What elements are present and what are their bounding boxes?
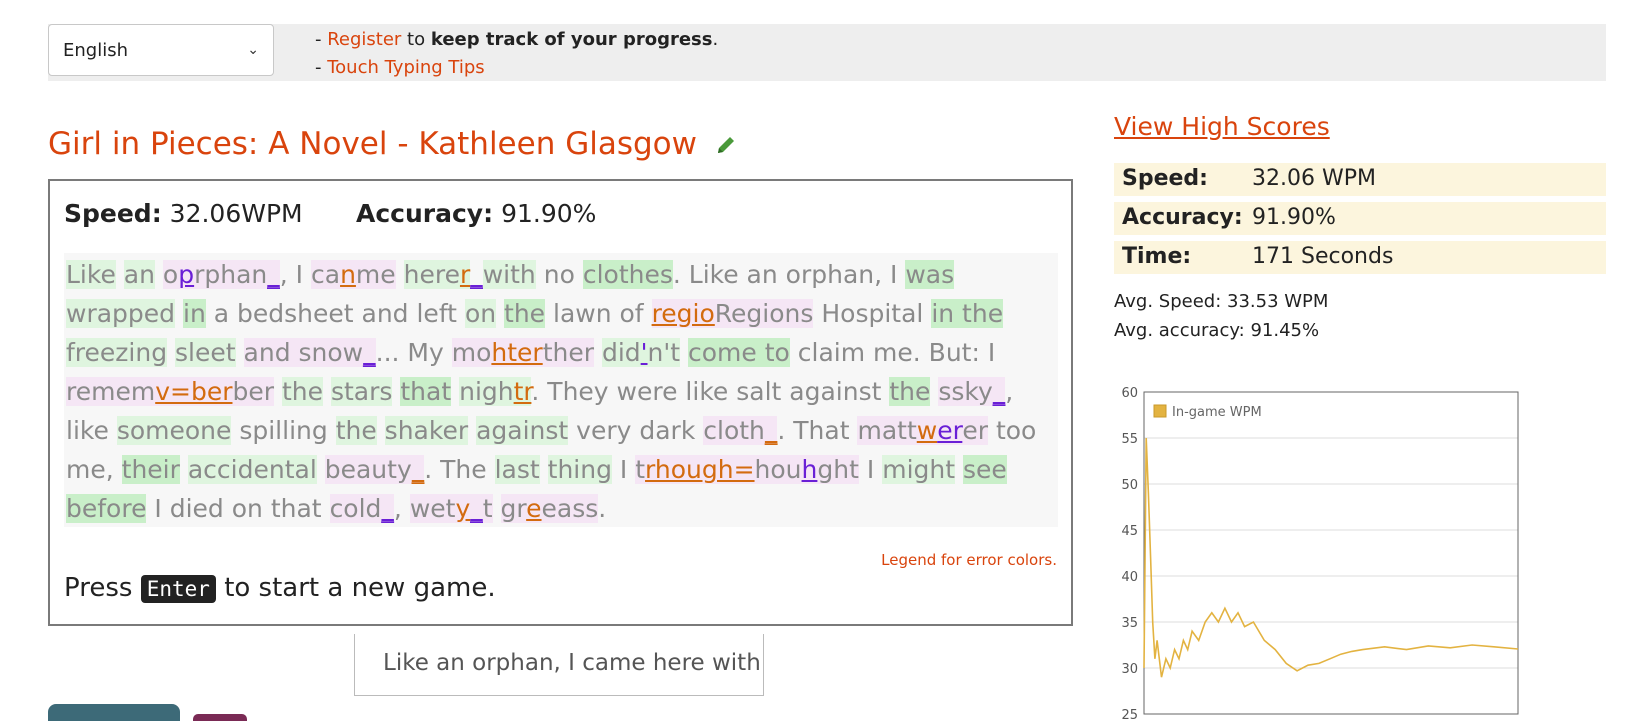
y-tick-label: 45 bbox=[1121, 524, 1138, 539]
typed-text-review: Like an oprphan_, I canme herer_with no … bbox=[64, 253, 1058, 527]
y-tick-label: 35 bbox=[1121, 616, 1138, 631]
pencil-icon[interactable] bbox=[715, 128, 737, 164]
language-select[interactable]: English ⌄ bbox=[48, 24, 274, 76]
touch-typing-tips-link[interactable]: Touch Typing Tips bbox=[327, 57, 484, 78]
result-speed-row: Speed: 32.06 WPM bbox=[1114, 163, 1606, 196]
promo-text: - Register to keep track of your progres… bbox=[315, 29, 719, 78]
game-panel: Speed: 32.06WPM Accuracy: 91.90% Like an… bbox=[48, 179, 1073, 626]
result-accuracy-row: Accuracy: 91.90% bbox=[1114, 202, 1606, 235]
y-tick-label: 50 bbox=[1121, 478, 1138, 493]
chevron-down-icon: ⌄ bbox=[247, 42, 259, 58]
y-tick-label: 25 bbox=[1121, 708, 1138, 721]
y-tick-label: 30 bbox=[1121, 662, 1138, 677]
teal-button[interactable] bbox=[48, 704, 180, 721]
wpm-chart: 25 30 35 40 45 50 55 60 In-game WPM bbox=[1121, 386, 1519, 721]
view-high-scores-link[interactable]: View High Scores bbox=[1114, 112, 1330, 141]
avg-accuracy: Avg. accuracy: 91.45% bbox=[1114, 320, 1320, 341]
avg-speed: Avg. Speed: 33.53 WPM bbox=[1114, 291, 1329, 312]
result-time-row: Time: 171 Seconds bbox=[1114, 241, 1606, 274]
game-speed: Speed: 32.06WPM bbox=[64, 199, 303, 228]
language-value: English bbox=[63, 39, 128, 61]
enter-key-badge: Enter bbox=[140, 574, 216, 603]
game-accuracy: Accuracy: 91.90% bbox=[356, 199, 597, 228]
typing-input[interactable]: Like an orphan, I came here with bbox=[354, 634, 764, 696]
register-link[interactable]: Register bbox=[327, 29, 401, 50]
new-game-hint: Press Enter to start a new game. bbox=[64, 573, 496, 603]
plum-button[interactable] bbox=[193, 714, 247, 721]
legend-swatch bbox=[1153, 404, 1167, 418]
y-tick-label: 55 bbox=[1121, 432, 1138, 447]
plot-frame bbox=[1143, 391, 1519, 715]
top-info-bar bbox=[48, 24, 1606, 81]
y-tick-label: 60 bbox=[1121, 386, 1138, 401]
series-line-in-game-wpm bbox=[1143, 437, 1519, 678]
y-tick-label: 40 bbox=[1121, 570, 1138, 585]
book-title: Girl in Pieces: A Novel - Kathleen Glasg… bbox=[48, 126, 737, 164]
error-legend-link[interactable]: Legend for error colors. bbox=[881, 551, 1057, 569]
legend-label: In-game WPM bbox=[1172, 405, 1262, 420]
